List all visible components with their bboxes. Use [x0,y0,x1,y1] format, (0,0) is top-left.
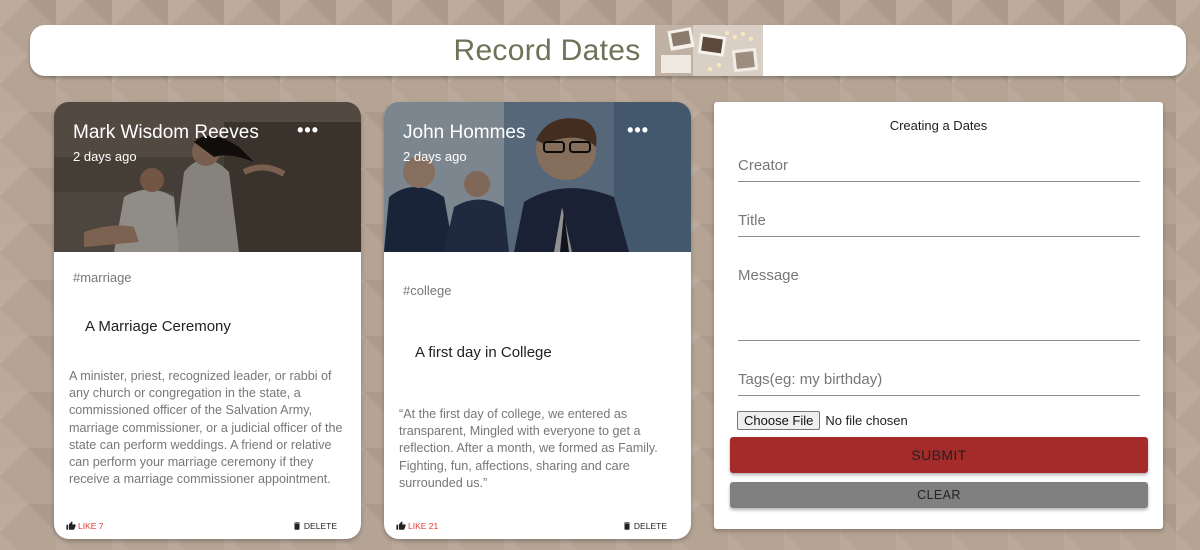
post-image: Mark Wisdom Reeves 2 days ago ••• [54,102,361,252]
post-actions: LIKE 21 DELETE [396,520,667,532]
title-input[interactable] [738,212,1140,229]
creator-input[interactable] [738,157,1140,174]
trash-icon [624,522,630,530]
message-field-wrapper [738,267,1140,341]
choose-file-button[interactable]: Choose File [737,411,821,430]
post-tags: #college [403,283,452,298]
post-message: A minister, priest, recognized leader, o… [69,369,343,487]
file-status: No file chosen [825,413,908,428]
post-message: “At the first day of college, we entered… [399,407,658,490]
post-time: 2 days ago [403,149,467,164]
photo-collage-icon [654,25,763,76]
thumb-up-icon [66,521,76,530]
like-label: LIKE 21 [408,521,439,531]
creator-field-wrapper [738,157,1140,182]
post-title: A first day in College [415,344,552,361]
delete-label: DELETE [303,521,337,531]
more-horiz-icon[interactable]: ••• [627,121,649,139]
app-bar: Record Dates [30,25,1186,76]
message-input[interactable] [738,267,1140,337]
like-button[interactable]: LIKE 7 [66,521,104,531]
tags-input[interactable] [738,371,1140,388]
tags-field-wrapper [738,371,1140,396]
post-creator: Mark Wisdom Reeves [73,122,259,143]
file-input: Choose File No file chosen [737,411,908,430]
title-field-wrapper [738,212,1140,237]
post-title: A Marriage Ceremony [85,318,231,335]
post-card: Mark Wisdom Reeves 2 days ago ••• #marri… [54,102,361,539]
delete-button[interactable]: DELETE [622,521,667,531]
like-label: LIKE 7 [78,521,104,531]
thumb-up-icon [396,521,406,530]
like-button[interactable]: LIKE 21 [396,521,438,531]
app-title: Record Dates [453,33,641,67]
more-horiz-icon[interactable]: ••• [297,121,319,139]
clear-button[interactable]: CLEAR [730,482,1148,508]
post-time: 2 days ago [73,149,137,164]
post-image: John Hommes 2 days ago ••• [384,102,691,252]
post-tags: #marriage [73,270,132,285]
post-actions: LIKE 7 DELETE [66,520,337,532]
trash-icon [294,522,300,530]
create-form: Creating a Dates Choose File No file cho… [714,102,1163,529]
post-card: John Hommes 2 days ago ••• #college A fi… [384,102,691,539]
form-title: Creating a Dates [889,118,988,133]
delete-button[interactable]: DELETE [292,521,337,531]
submit-button[interactable]: SUBMIT [730,437,1148,473]
post-creator: John Hommes [403,122,526,143]
delete-label: DELETE [633,521,667,531]
